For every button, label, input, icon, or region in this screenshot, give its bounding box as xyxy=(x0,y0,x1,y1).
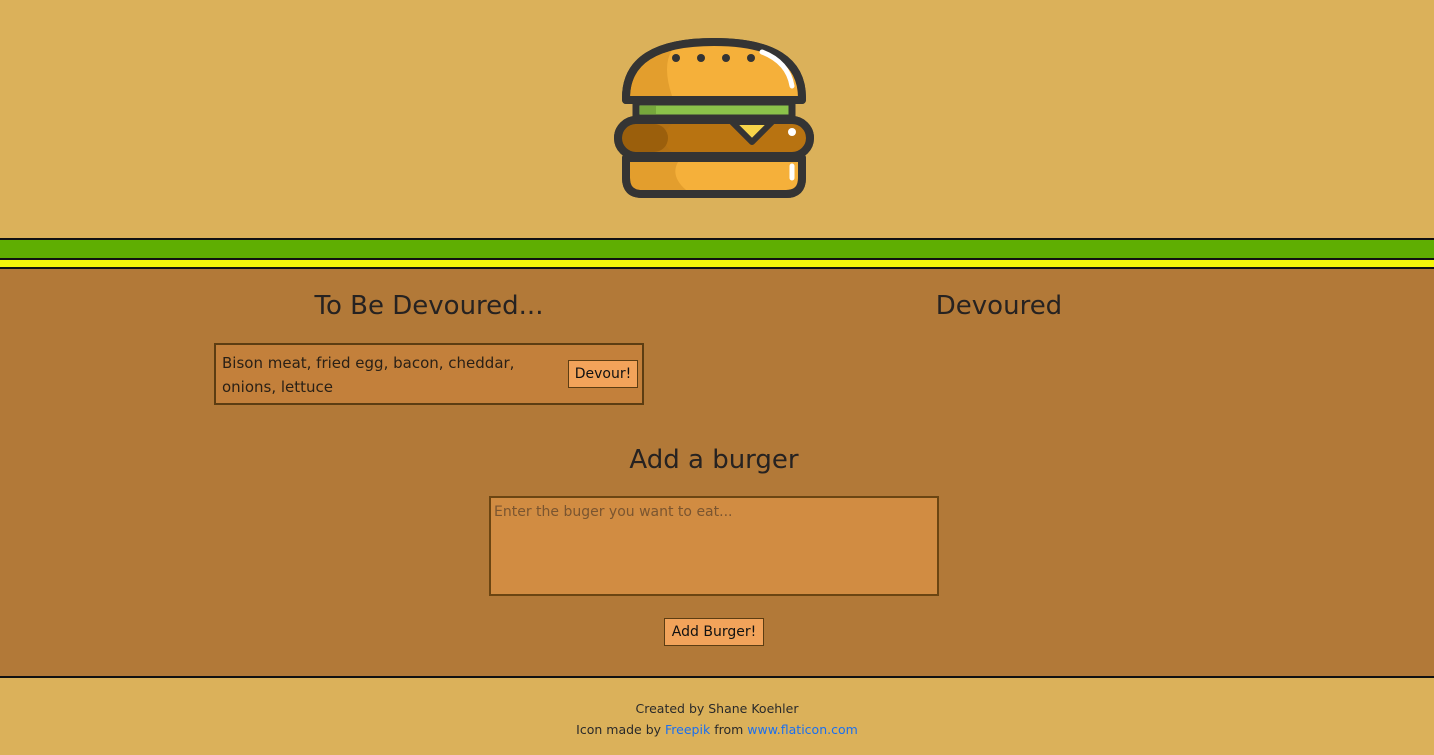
add-burger-title: Add a burger xyxy=(629,445,799,475)
attribution: Icon made by Freepik from www.flaticon.c… xyxy=(0,722,1434,737)
burger-list-item: Bison meat, fried egg, bacon, cheddar, o… xyxy=(214,343,644,405)
burger-icon xyxy=(614,38,814,198)
main-content: To Be Devoured... Devoured Bison meat, f… xyxy=(0,269,1434,676)
burger-name: Bison meat, fried egg, bacon, cheddar, o… xyxy=(222,354,515,396)
lettuce-stripe xyxy=(0,240,1434,258)
attribution-prefix: Icon made by xyxy=(576,722,662,737)
header xyxy=(0,0,1434,238)
to-devour-title: To Be Devoured... xyxy=(314,291,544,321)
flaticon-link[interactable]: www.flaticon.com xyxy=(747,722,858,737)
add-burger-button[interactable]: Add Burger! xyxy=(664,618,764,646)
devoured-title: Devoured xyxy=(935,291,1063,321)
freepik-link[interactable]: Freepik xyxy=(665,722,710,737)
cheese-stripe xyxy=(0,260,1434,267)
footer: Created by Shane Koehler Icon made by Fr… xyxy=(0,678,1434,755)
devour-button[interactable]: Devour! xyxy=(568,360,638,388)
burger-input[interactable] xyxy=(489,496,939,596)
credit-text: Created by Shane Koehler xyxy=(635,701,799,716)
attribution-from: from xyxy=(714,722,744,737)
